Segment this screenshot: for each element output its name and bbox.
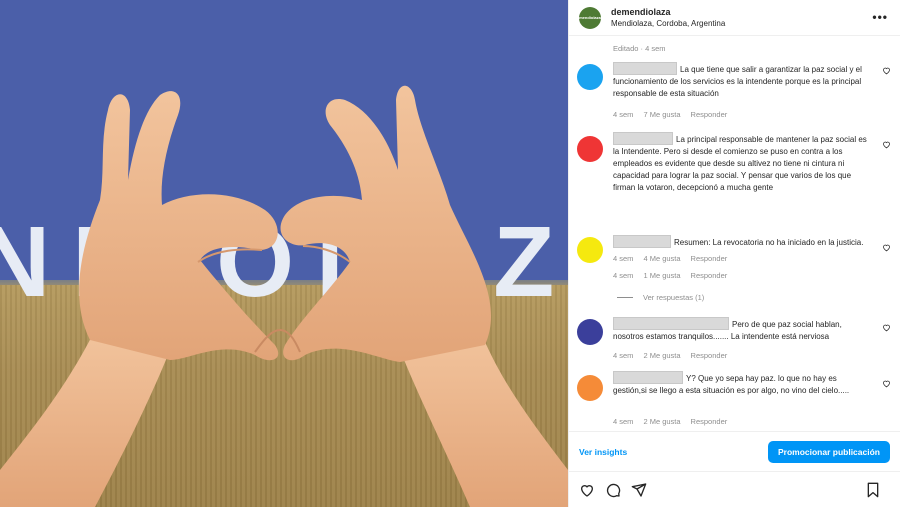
account-avatar[interactable]: mendiolaza bbox=[579, 6, 601, 29]
comment-time: 4 sem bbox=[613, 254, 634, 263]
redacted-username[interactable] bbox=[613, 371, 683, 384]
comment-meta: 4 sem 1 Me gusta Responder bbox=[613, 271, 727, 280]
promote-post-button[interactable]: Promocionar publicación bbox=[767, 440, 890, 463]
redacted-username[interactable] bbox=[613, 132, 673, 145]
comment-time: 4 sem bbox=[613, 271, 634, 280]
commenter-avatar[interactable] bbox=[577, 319, 603, 345]
comment-likes[interactable]: 4 Me gusta bbox=[643, 254, 680, 263]
comment-time: 4 sem bbox=[613, 417, 634, 426]
like-icon[interactable] bbox=[579, 482, 595, 498]
redacted-username[interactable] bbox=[613, 235, 671, 248]
view-replies-label[interactable]: Ver respuestas (1) bbox=[643, 293, 704, 302]
reply-link[interactable]: Responder bbox=[691, 417, 728, 426]
edited-label: Editado · 4 sem bbox=[613, 44, 666, 53]
post-actions bbox=[569, 471, 900, 507]
comment-time: 4 sem bbox=[613, 351, 634, 360]
replies-line bbox=[617, 297, 633, 298]
comment-likes[interactable]: 2 Me gusta bbox=[643, 417, 680, 426]
save-bookmark-icon[interactable] bbox=[866, 482, 880, 498]
like-heart-icon[interactable] bbox=[882, 66, 891, 75]
like-heart-icon[interactable] bbox=[882, 379, 891, 388]
comment-text: Resumen: La revocatoria no ha iniciado e… bbox=[674, 238, 864, 247]
account-username[interactable]: demendiolaza bbox=[611, 7, 725, 17]
comment-likes[interactable]: 7 Me gusta bbox=[643, 110, 680, 119]
comment-meta: 4 sem 2 Me gusta Responder bbox=[613, 351, 727, 360]
like-heart-icon[interactable] bbox=[882, 243, 891, 252]
reply-link[interactable]: Responder bbox=[691, 271, 728, 280]
comment-text-block: La que tiene que salir a garantizar la p… bbox=[613, 62, 871, 100]
post-location[interactable]: Mendiolaza, Cordoba, Argentina bbox=[611, 19, 725, 28]
comment-text-block: La principal responsable de mantener la … bbox=[613, 132, 871, 194]
comment-meta: 4 sem 7 Me gusta Responder bbox=[613, 110, 727, 119]
heart-hands-illustration bbox=[0, 85, 568, 507]
commenter-avatar[interactable] bbox=[577, 237, 603, 263]
view-insights-link[interactable]: Ver insights bbox=[579, 447, 627, 457]
comments-list: Editado · 4 sem La que tiene que salir a… bbox=[569, 36, 900, 431]
comment-icon[interactable] bbox=[605, 482, 621, 498]
post-header: mendiolaza demendiolaza Mendiolaza, Cord… bbox=[569, 0, 900, 36]
view-replies[interactable]: Ver respuestas (1) bbox=[617, 293, 704, 302]
logo-text: mendiolaza bbox=[579, 15, 601, 20]
redacted-username[interactable] bbox=[613, 62, 677, 75]
share-icon[interactable] bbox=[631, 482, 647, 498]
post-side-panel: mendiolaza demendiolaza Mendiolaza, Cord… bbox=[568, 0, 900, 507]
like-heart-icon[interactable] bbox=[882, 140, 891, 149]
commenter-avatar[interactable] bbox=[577, 136, 603, 162]
comment-likes[interactable]: 1 Me gusta bbox=[643, 271, 680, 280]
comment-text-block: Pero de que paz social hablan, nosotros … bbox=[613, 317, 871, 343]
commenter-avatar[interactable] bbox=[577, 375, 603, 401]
like-heart-icon[interactable] bbox=[882, 323, 891, 332]
comment-likes[interactable]: 2 Me gusta bbox=[643, 351, 680, 360]
reply-link[interactable]: Responder bbox=[691, 110, 728, 119]
reply-link[interactable]: Responder bbox=[691, 351, 728, 360]
comment-time: 4 sem bbox=[613, 110, 634, 119]
more-options-icon[interactable]: ••• bbox=[872, 10, 888, 24]
redacted-username[interactable] bbox=[613, 317, 729, 330]
comment-text-block: Y? Que yo sepa hay paz. lo que no hay es… bbox=[613, 371, 871, 397]
commenter-avatar[interactable] bbox=[577, 64, 603, 90]
insights-bar: Ver insights Promocionar publicación bbox=[569, 431, 900, 471]
comment-text-block: Resumen: La revocatoria no ha iniciado e… bbox=[613, 235, 871, 249]
comment-meta: 4 sem 2 Me gusta Responder bbox=[613, 417, 727, 426]
comment-meta: 4 sem 4 Me gusta Responder bbox=[613, 254, 727, 263]
reply-link[interactable]: Responder bbox=[691, 254, 728, 263]
post-image[interactable]: NDIOLAZ bbox=[0, 0, 568, 507]
